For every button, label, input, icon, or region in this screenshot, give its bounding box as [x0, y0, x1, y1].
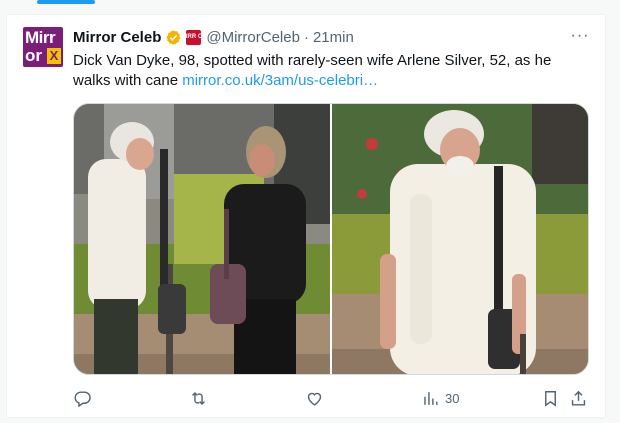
- photo-left[interactable]: [74, 104, 332, 374]
- action-bar: 30: [73, 387, 593, 409]
- heart-icon: [307, 392, 322, 406]
- tweet-text: Dick Van Dyke, 98, spotted with rarely-s…: [73, 51, 583, 91]
- share-icon: [571, 390, 586, 406]
- avatar-text-top: Mirr: [25, 28, 56, 47]
- bookmark-button[interactable]: [541, 387, 560, 409]
- reply-button[interactable]: [73, 387, 92, 409]
- like-button[interactable]: [305, 387, 324, 409]
- tweet-link[interactable]: mirror.co.uk/3am/us-celebri…: [182, 72, 378, 89]
- header-separator: ·: [303, 28, 309, 46]
- views-button[interactable]: 30: [421, 387, 459, 409]
- active-tab-indicator: [37, 0, 95, 4]
- media-grid: [73, 103, 589, 375]
- avatar[interactable]: Mirr or X: [23, 27, 63, 67]
- photo-left-image: [74, 104, 330, 374]
- avatar-text-x: X: [47, 48, 61, 64]
- more-options-button[interactable]: ···: [569, 25, 591, 47]
- avatar-text-bottom: or: [25, 46, 42, 65]
- verified-badge-icon: [165, 29, 182, 46]
- retweet-button[interactable]: [189, 387, 208, 409]
- photo-right[interactable]: [332, 104, 588, 374]
- reply-icon: [74, 390, 91, 407]
- photo-right-image: [332, 104, 588, 374]
- display-name[interactable]: Mirror Celeb: [73, 29, 161, 46]
- views-count: 30: [445, 390, 460, 406]
- retweet-icon: [192, 391, 205, 405]
- account-handle[interactable]: @MirrorCeleb: [206, 29, 300, 46]
- share-button[interactable]: [569, 387, 588, 409]
- bookmark-icon: [545, 390, 556, 407]
- tweet-card[interactable]: Mirr or X Mirror Celeb MIRR OR @MirrorCe…: [6, 14, 606, 418]
- analytics-icon: [424, 391, 438, 405]
- tweet-header: Mirror Celeb MIRR OR @MirrorCeleb · 21mi…: [73, 27, 354, 47]
- timestamp[interactable]: 21min: [313, 29, 354, 46]
- org-affiliation-badge-icon: MIRR OR: [181, 29, 207, 45]
